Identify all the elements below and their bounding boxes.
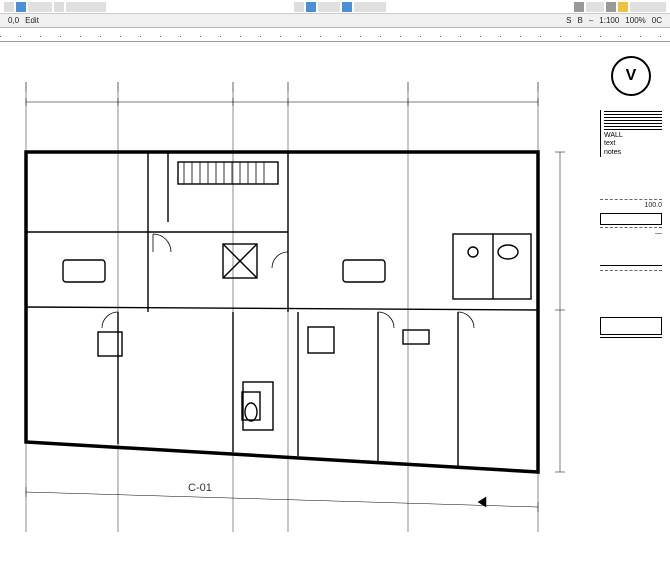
plan-title-label: C-01 [188,482,212,494]
scale-display[interactable]: 1:100 [599,16,619,25]
edit-mode-label[interactable]: Edit [25,16,39,25]
schedule-box-1 [600,213,662,225]
hatch-swatch-icon [604,110,662,130]
zoom-display[interactable]: 100% [625,16,645,25]
legend-hatch-label: WALL [604,132,623,139]
legend-line2: notes [604,149,621,156]
save-button[interactable] [28,2,52,12]
north-symbol-label: V [626,67,637,85]
schedule-row: 100.0 [600,199,662,211]
print-icon[interactable] [54,2,64,12]
undo-redo-group[interactable] [66,2,106,12]
measure-button[interactable] [354,2,386,12]
drawing-canvas[interactable]: C-01 V WALL text notes 100.0 — [0,42,670,576]
ribbon-bar: 0,0 Edit S B – 1:100 100% 0C [0,14,670,28]
wall-legend: WALL text notes [600,110,662,157]
floor-plan-drawing: C-01 [8,52,588,572]
tool-b-button[interactable]: B [577,16,582,25]
new-file-icon[interactable] [4,2,14,12]
toolbar-group-view [294,2,386,12]
zoom-out-icon[interactable] [574,2,584,12]
tool-s-button[interactable]: S [566,16,571,25]
zoom-level-button[interactable] [586,2,604,12]
pan-icon[interactable] [342,2,352,12]
schedule-r1: 100.0 [644,202,662,209]
warning-icon[interactable] [618,2,628,12]
north-arrow-icon: V [611,56,651,96]
schedule-r2: — [655,230,662,237]
workspace-selector[interactable] [630,2,666,12]
zoom-in-icon[interactable] [606,2,616,12]
revision-box [600,317,662,335]
toolbar-group-zoom [574,2,666,12]
page-label: 0C [652,16,662,25]
coord-display: 0,0 [8,16,19,25]
legend-line1: text [604,140,615,147]
layer-icon[interactable] [294,2,304,12]
schedule-row: — [600,227,662,239]
horizontal-ruler[interactable] [0,28,670,42]
main-toolbar [0,0,670,14]
title-block-column: V WALL text notes 100.0 — [600,52,662,572]
open-file-icon[interactable] [16,2,26,12]
snap-button[interactable] [318,2,340,12]
grid-icon[interactable] [306,2,316,12]
sheet-number-row [600,337,662,342]
toolbar-group-file [4,2,106,12]
